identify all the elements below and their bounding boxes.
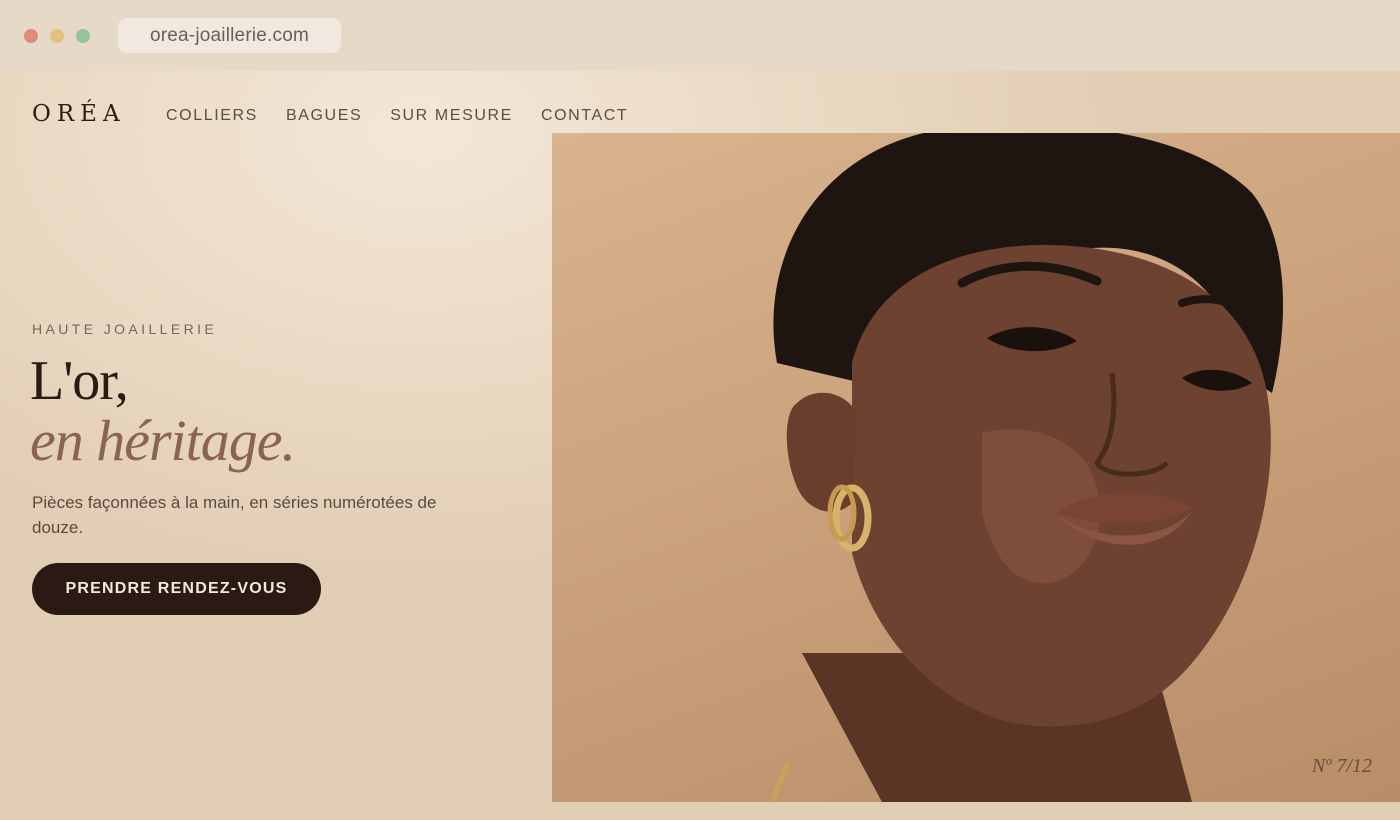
hero-title-line1: L'or, bbox=[30, 350, 129, 412]
nav-item-colliers[interactable]: COLLIERS bbox=[166, 107, 258, 125]
nav-item-contact[interactable]: CONTACT bbox=[541, 107, 628, 125]
maximize-window-icon[interactable] bbox=[76, 29, 90, 43]
close-window-icon[interactable] bbox=[24, 29, 38, 43]
browser-chrome: orea-joaillerie.com bbox=[0, 0, 1400, 71]
page: ORÉA COLLIERS BAGUES SUR MESURE CONTACT … bbox=[0, 71, 1400, 820]
brand-logo[interactable]: ORÉA bbox=[32, 101, 126, 127]
minimize-window-icon[interactable] bbox=[50, 29, 64, 43]
nav-item-bagues[interactable]: BAGUES bbox=[286, 107, 362, 125]
nav-item-sur-mesure[interactable]: SUR MESURE bbox=[390, 107, 513, 125]
portrait-illustration bbox=[769, 133, 1283, 802]
hero-lead: Pièces façonnées à la main, en séries nu… bbox=[32, 493, 437, 537]
hero-eyebrow: HAUTE JOAILLERIE bbox=[32, 321, 218, 337]
hero-title-line2: en héritage. bbox=[30, 408, 296, 473]
hero-photo: Nº 7/12 bbox=[552, 133, 1400, 802]
address-bar[interactable]: orea-joaillerie.com bbox=[118, 18, 341, 53]
main-nav: COLLIERS BAGUES SUR MESURE CONTACT bbox=[166, 107, 628, 125]
book-appointment-button[interactable]: PRENDRE RENDEZ-VOUS bbox=[32, 563, 321, 615]
edition-counter: Nº 7/12 bbox=[1311, 755, 1372, 777]
